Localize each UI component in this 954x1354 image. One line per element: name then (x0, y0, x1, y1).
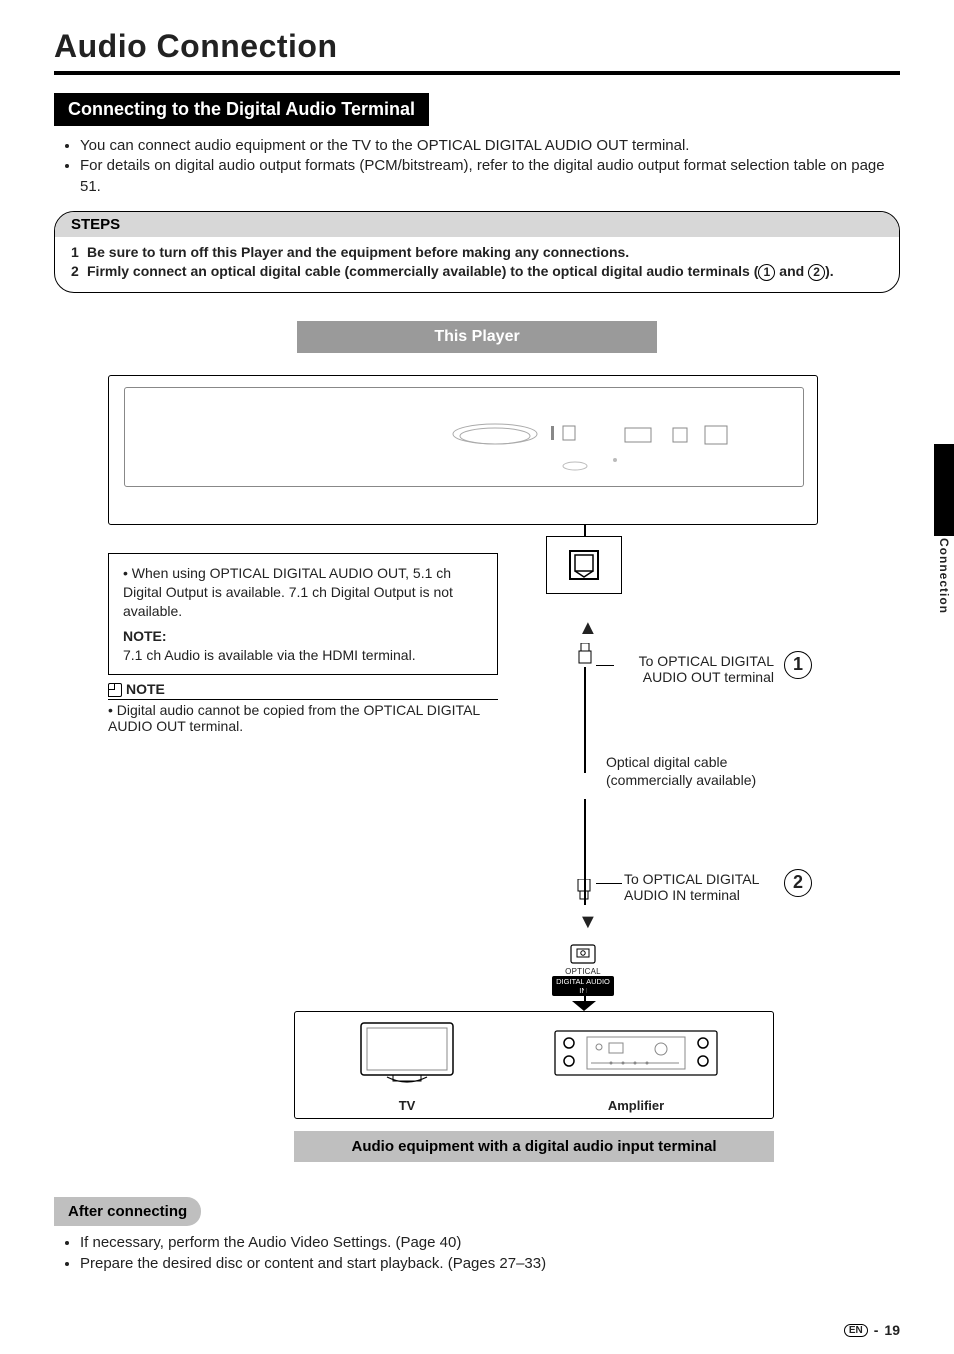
after-connecting-bullets: If necessary, perform the Audio Video Se… (64, 1232, 900, 1274)
cable-label: Optical digital cable (commercially avai… (606, 753, 806, 789)
side-tab-highlight (934, 444, 954, 536)
label-optical-out: To OPTICAL DIGITALAUDIO OUT terminal (614, 653, 774, 685)
title-rule (54, 71, 900, 75)
after-bullet: If necessary, perform the Audio Video Se… (80, 1232, 900, 1253)
amplifier-icon (551, 1017, 721, 1089)
label-optical-in: To OPTICAL DIGITALAUDIO IN terminal (624, 871, 794, 903)
intro-bullets: You can connect audio equipment or the T… (64, 136, 900, 197)
language-badge: EN (844, 1324, 868, 1337)
note-icon (108, 683, 122, 697)
optical-in-port: OPTICAL DIGITAL AUDIO IN (552, 943, 614, 996)
info-box: • When using OPTICAL DIGITAL AUDIO OUT, … (108, 553, 498, 675)
page-number: 19 (884, 1322, 900, 1338)
page-footer: EN - 19 (844, 1322, 900, 1338)
arrow-down-icon: ▼ (578, 911, 598, 934)
ref-badge-1: 1 (784, 651, 812, 679)
optical-plug-bottom (577, 879, 591, 906)
intro-bullet: You can connect audio equipment or the T… (80, 136, 900, 156)
intro-bullet: For details on digital audio output form… (80, 156, 900, 197)
audio-equipment-frame: TV Amplifier (294, 1011, 774, 1119)
pointer-triangle (572, 1001, 596, 1011)
page-title: Audio Connection (54, 28, 900, 65)
ref-badge: 2 (808, 264, 825, 281)
player-inner (124, 387, 804, 487)
step-item: 2Firmly connect an optical digital cable… (71, 262, 883, 282)
tv-icon (347, 1017, 467, 1089)
step-item: 1Be sure to turn off this Player and the… (71, 243, 883, 263)
side-section-label: Connection (934, 538, 954, 617)
secondary-note: NOTE • Digital audio cannot be copied fr… (108, 681, 498, 734)
optical-out-port (546, 536, 622, 594)
ref-badge: 1 (758, 264, 775, 281)
steps-box: STEPS 1Be sure to turn off this Player a… (54, 211, 900, 293)
steps-heading: STEPS (55, 212, 899, 237)
optical-plug-top (578, 643, 592, 670)
arrow-up-icon: ▲ (578, 617, 598, 640)
equipment-caption: Audio equipment with a digital audio inp… (294, 1131, 774, 1162)
after-connecting-heading: After connecting (54, 1197, 201, 1226)
this-player-label: This Player (297, 321, 657, 353)
connection-diagram: • When using OPTICAL DIGITAL AUDIO OUT, … (54, 353, 900, 1193)
section-heading: Connecting to the Digital Audio Terminal (54, 93, 429, 126)
after-bullet: Prepare the desired disc or content and … (80, 1253, 900, 1274)
player-rear-svg (125, 388, 805, 488)
ref-badge-2: 2 (784, 869, 812, 897)
